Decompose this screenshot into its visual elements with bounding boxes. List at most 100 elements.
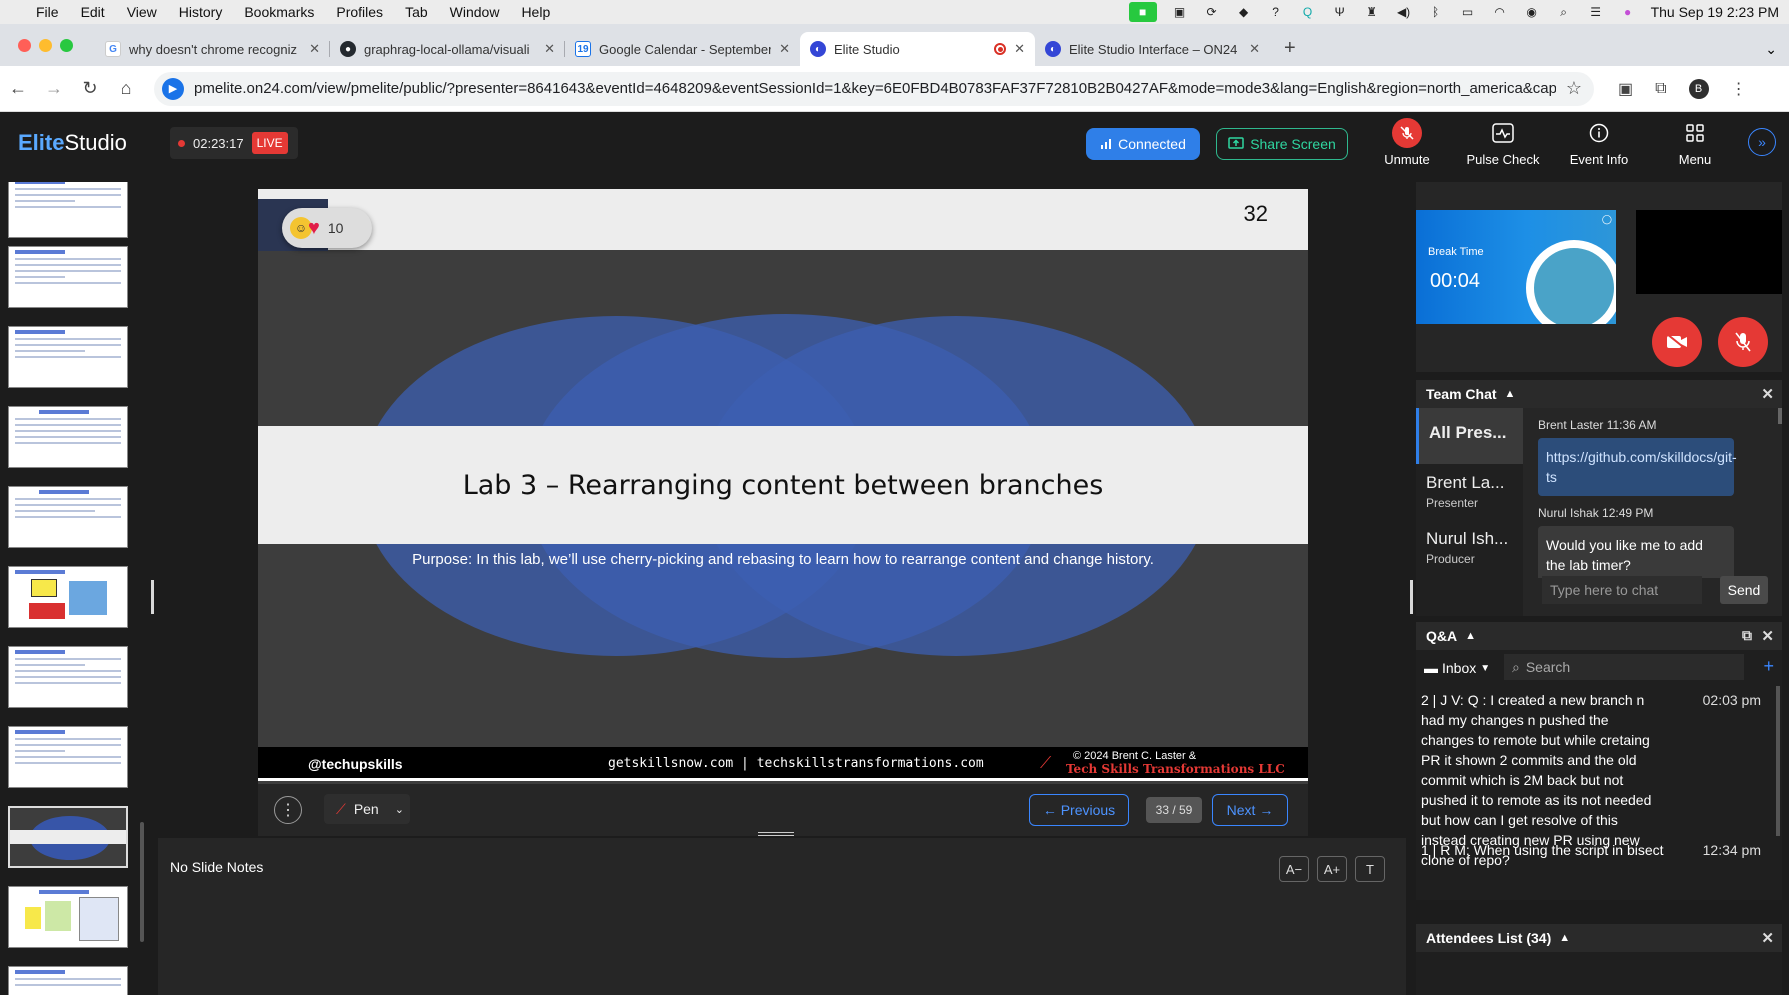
menu-history[interactable]: History [179, 4, 223, 20]
chat-input[interactable]: Type here to chat [1542, 576, 1702, 604]
collapse-arrow-icon[interactable]: ▲ [1465, 630, 1476, 642]
volume-icon[interactable]: ◀) [1395, 5, 1413, 19]
incognito-icon[interactable]: ♜ [1363, 5, 1381, 19]
chat-target-brent-laster[interactable]: Brent La... Presenter [1416, 464, 1523, 520]
browser-tab-elite-studio-interface[interactable]: ◐ Elite Studio Interface – ON24 ✕ [1035, 32, 1270, 66]
attendees-header[interactable]: Attendees List (34) ▲ ✕ [1416, 924, 1782, 952]
next-slide-button[interactable]: Next → [1212, 794, 1288, 826]
menu-profiles[interactable]: Profiles [336, 4, 383, 20]
event-info-button[interactable]: Event Info [1559, 118, 1639, 167]
slide-thumbnail[interactable] [8, 246, 128, 308]
dropbox-icon[interactable]: ◆ [1235, 5, 1253, 19]
pen-tool-dropdown[interactable]: ⟋ Pen ⌄ [324, 794, 410, 824]
close-icon[interactable]: ✕ [1761, 385, 1774, 403]
question-item[interactable]: 1 | R M: When using the script in bisect… [1421, 840, 1771, 860]
slide-thumbnail[interactable] [8, 886, 128, 948]
notes-resize-handle[interactable] [758, 832, 794, 836]
pulse-check-button[interactable]: Pulse Check [1463, 118, 1543, 167]
new-tab-icon[interactable]: + [1270, 37, 1310, 66]
menu-bookmarks[interactable]: Bookmarks [244, 4, 314, 20]
slide-thumbnail[interactable] [8, 646, 128, 708]
slide-thumbnail-strip[interactable] [0, 182, 145, 995]
menu-window[interactable]: Window [450, 4, 500, 20]
tab-search-chevron-icon[interactable]: ⌄ [1765, 41, 1777, 58]
battery-icon[interactable]: ▭ [1459, 5, 1477, 19]
slide-thumbnail[interactable] [8, 182, 128, 238]
spotlight-search-icon[interactable]: ⌕ [1555, 5, 1573, 19]
close-icon[interactable]: ✕ [1761, 627, 1774, 645]
close-tab-icon[interactable]: ✕ [544, 41, 555, 57]
back-icon[interactable]: ← [0, 78, 36, 99]
close-icon[interactable]: ✕ [1761, 929, 1774, 947]
collapse-arrow-icon[interactable]: ▲ [1559, 932, 1570, 944]
slide-thumbnail[interactable] [8, 326, 128, 388]
close-tab-icon[interactable]: ✕ [1014, 41, 1025, 57]
message-bubble-link[interactable]: https://github.com/skilldocs/git-ts [1538, 438, 1737, 496]
zoom-window-icon[interactable] [60, 39, 73, 52]
home-icon[interactable]: ⌂ [108, 78, 144, 99]
extensions-icon[interactable]: ⧉ [1655, 80, 1666, 98]
slide-thumbnail[interactable] [8, 566, 128, 628]
add-question-icon[interactable]: + [1763, 656, 1774, 677]
help-circle-icon[interactable]: ? [1267, 5, 1285, 19]
decrease-font-button[interactable]: A− [1279, 856, 1309, 882]
menu-help[interactable]: Help [521, 4, 550, 20]
chat-scrollbar[interactable] [1778, 408, 1782, 424]
menu-view[interactable]: View [127, 4, 157, 20]
send-button[interactable]: Send [1720, 576, 1768, 604]
reload-icon[interactable]: ↻ [72, 78, 108, 99]
url-text[interactable]: pmelite.on24.com/view/pmelite/public/?pr… [194, 80, 1556, 97]
bluetooth-icon[interactable]: ᛒ [1427, 5, 1445, 19]
reactions-badge[interactable]: ☺ ♥ 10 [282, 208, 372, 248]
menu-tab[interactable]: Tab [405, 4, 428, 20]
forward-icon[interactable]: → [36, 78, 72, 99]
expand-panel-icon[interactable]: » [1748, 128, 1776, 156]
facetime-icon[interactable]: ■ [1128, 2, 1157, 22]
control-center-icon[interactable]: ☰ [1587, 5, 1605, 19]
browser-tab-elite-studio[interactable]: ◐ Elite Studio ✕ [800, 32, 1035, 66]
chat-target-nurul-ishak[interactable]: Nurul Ish... Producer [1416, 520, 1523, 576]
user-switch-icon[interactable]: ◉ [1523, 5, 1541, 19]
app-status-icon[interactable]: ▣ [1171, 5, 1189, 19]
popout-icon[interactable]: ⧉ [1742, 627, 1752, 644]
menu-edit[interactable]: Edit [81, 4, 105, 20]
browser-tab-google-search[interactable]: G why doesn't chrome recogniz ✕ [95, 32, 330, 66]
qa-scrollbar[interactable] [1776, 686, 1780, 836]
slide-thumbnail-current[interactable] [8, 806, 128, 868]
fork-icon[interactable]: Ψ [1331, 5, 1349, 19]
site-info-icon[interactable]: ▶ [162, 77, 184, 100]
profile-avatar[interactable]: B [1688, 78, 1709, 99]
more-options-icon[interactable]: ⋮ [274, 796, 302, 824]
collapse-arrow-icon[interactable]: ▲ [1505, 388, 1516, 400]
close-tab-icon[interactable]: ✕ [309, 41, 320, 57]
browser-tab-github[interactable]: ● graphrag-local-ollama/visuali ✕ [330, 32, 565, 66]
qa-search-input[interactable]: ⌕ Search [1504, 654, 1744, 680]
format-text-button[interactable]: T [1355, 856, 1385, 882]
inbox-dropdown[interactable]: ▬ Inbox ▼ [1424, 660, 1490, 676]
close-window-icon[interactable] [18, 39, 31, 52]
cast-icon[interactable]: ▣ [1618, 79, 1633, 99]
wifi-icon[interactable]: ◠ [1491, 5, 1509, 19]
left-splitter-handle[interactable] [151, 580, 154, 614]
unmute-button[interactable]: Unmute [1367, 118, 1447, 167]
right-splitter-handle[interactable] [1410, 580, 1413, 614]
browser-tab-google-calendar[interactable]: 19 Google Calendar - September ✕ [565, 32, 800, 66]
address-bar[interactable]: ▶ pmelite.on24.com/view/pmelite/public/?… [154, 71, 1594, 106]
slide-thumbnail[interactable] [8, 966, 128, 995]
qa-header[interactable]: Q&A ▲ ⧉ ✕ [1416, 622, 1782, 650]
close-tab-icon[interactable]: ✕ [1249, 41, 1260, 57]
share-screen-button[interactable]: Share Screen [1216, 128, 1348, 160]
previous-slide-button[interactable]: ← Previous [1029, 794, 1129, 826]
minimize-window-icon[interactable] [39, 39, 52, 52]
slide-thumbnail[interactable] [8, 726, 128, 788]
slide-thumbnail[interactable] [8, 486, 128, 548]
menu-clock[interactable]: Thu Sep 19 2:23 PM [1651, 4, 1779, 20]
increase-font-button[interactable]: A+ [1317, 856, 1347, 882]
slide-thumbnail[interactable] [8, 406, 128, 468]
menu-file[interactable]: File [36, 4, 59, 20]
team-chat-header[interactable]: Team Chat ▲ ✕ [1416, 380, 1782, 408]
qr-icon[interactable]: Q [1299, 5, 1317, 19]
menu-button[interactable]: Menu [1655, 118, 1735, 167]
chrome-menu-icon[interactable]: ⋮ [1731, 79, 1747, 99]
thumbnail-scrollbar[interactable] [140, 822, 144, 942]
